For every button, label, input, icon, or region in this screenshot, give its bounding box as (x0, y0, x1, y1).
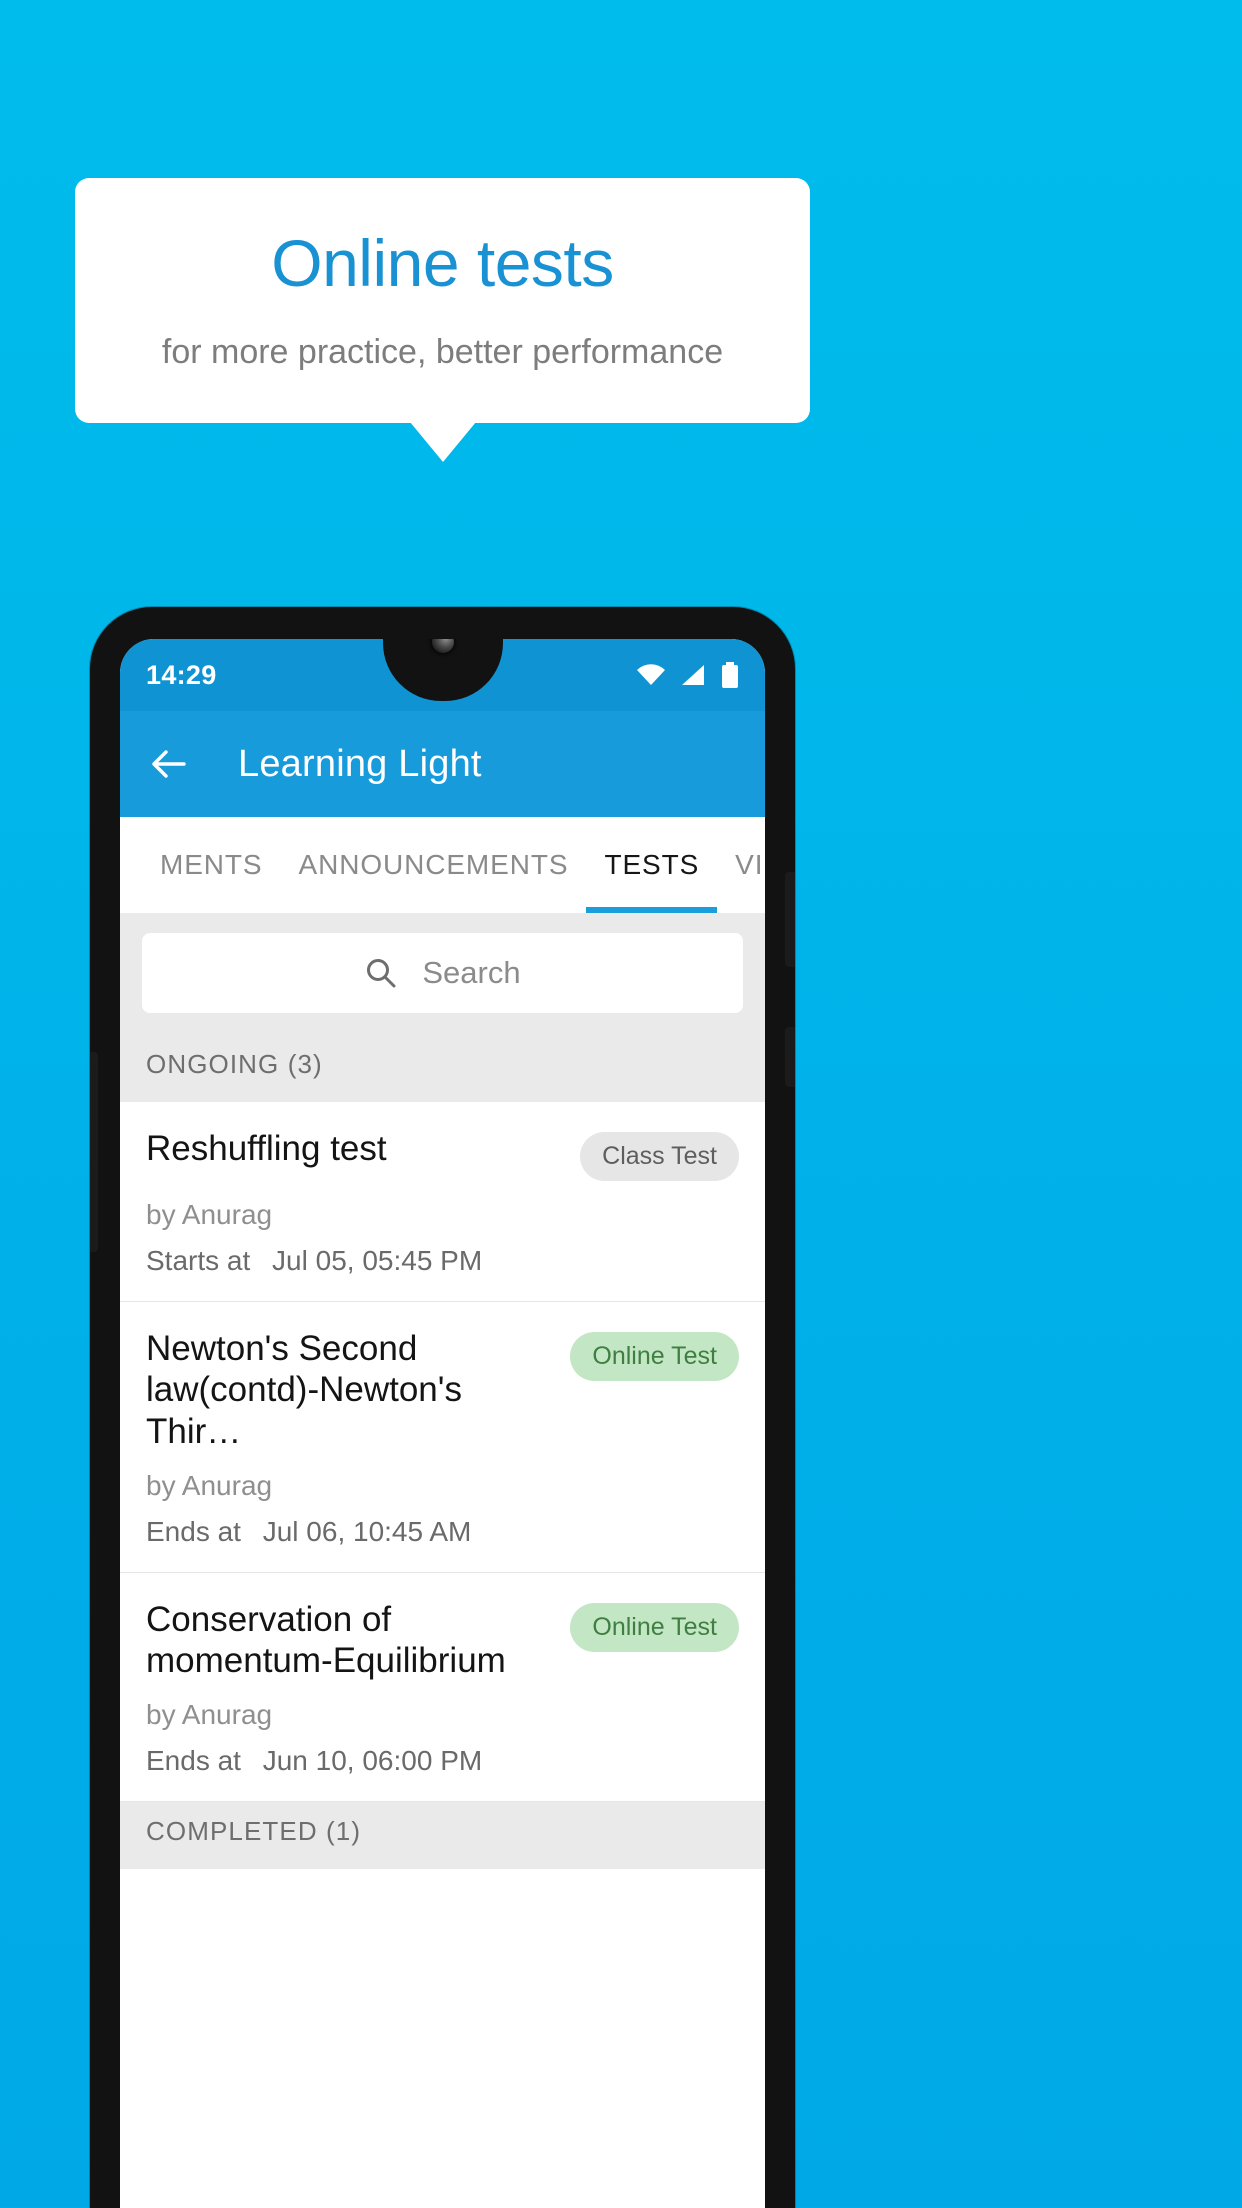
search-input[interactable]: Search (142, 933, 743, 1013)
tab-videos[interactable]: VIDEOS (717, 817, 765, 913)
promo-title: Online tests (271, 226, 614, 301)
table-row[interactable]: Conservation of momentum-Equilibrium Onl… (120, 1572, 765, 1803)
test-title: Reshuffling test (146, 1129, 387, 1168)
section-header-ongoing: ONGOING (3) (120, 1035, 765, 1102)
row-top: Conservation of momentum-Equilibrium Onl… (146, 1599, 739, 1682)
phone-frame: 14:29 Learning Light MENTS ANNOUNCEMENTS… (90, 607, 795, 2208)
app-bar: Learning Light (120, 711, 765, 817)
search-zone: Search (120, 913, 765, 1035)
tab-announcements[interactable]: ANNOUNCEMENTS (281, 817, 587, 913)
promo-bubble-tail (410, 422, 476, 462)
tab-active-indicator (586, 907, 718, 913)
power-button[interactable] (785, 1027, 795, 1087)
row-top: Newton's Second law(contd)-Newton's Thir… (146, 1328, 739, 1452)
test-author: by Anurag (146, 1699, 273, 1731)
section-header-completed: COMPLETED (1) (120, 1802, 765, 1870)
test-time-label: Starts at (146, 1245, 251, 1276)
status-badge: Online Test (570, 1602, 739, 1652)
phone-screen: 14:29 Learning Light MENTS ANNOUNCEMENTS… (120, 639, 765, 2208)
status-icons (635, 662, 739, 688)
promo-card: Online tests for more practice, better p… (75, 178, 810, 423)
test-time-value: Jun 10, 06:00 PM (262, 1745, 483, 1777)
test-time-label: Ends at (146, 1745, 241, 1777)
search-icon (364, 956, 398, 990)
left-side-button[interactable] (90, 1052, 98, 1252)
test-time-label: Ends at (146, 1515, 241, 1547)
search-placeholder: Search (422, 955, 521, 990)
table-row[interactable]: Newton's Second law(contd)-Newton's Thir… (120, 1302, 765, 1573)
test-time: Starts at Jul 05, 05:45 PM (146, 1245, 739, 1277)
status-time: 14:29 (146, 659, 217, 690)
test-time-value: Jul 05, 05:45 PM (272, 1245, 483, 1276)
tab-bar: MENTS ANNOUNCEMENTS TESTS VIDEOS (120, 817, 765, 913)
test-author: by Anurag (146, 1469, 273, 1501)
app-bar-title: Learning Light (238, 742, 482, 785)
back-arrow-icon[interactable] (146, 742, 190, 786)
status-bar: 14:29 (120, 639, 765, 711)
promo-subtitle: for more practice, better performance (161, 332, 724, 371)
test-time: Ends at Jul 06, 10:45 AM (146, 1516, 739, 1548)
test-title: Conservation of momentum-Equilibrium (146, 1599, 506, 1681)
table-row[interactable]: Reshuffling test Class Test by Anurag St… (120, 1102, 765, 1302)
signal-icon (680, 663, 708, 687)
row-top: Reshuffling test Class Test (146, 1128, 739, 1181)
tab-tests[interactable]: TESTS (586, 817, 717, 913)
test-time: Ends at Jun 10, 06:00 PM (146, 1745, 739, 1777)
test-time-value: Jul 06, 10:45 AM (262, 1515, 472, 1547)
status-badge: Class Test (580, 1132, 739, 1181)
battery-icon (721, 662, 739, 688)
status-badge: Online Test (570, 1332, 739, 1381)
volume-button[interactable] (785, 872, 795, 967)
tab-assignments[interactable]: MENTS (142, 817, 281, 913)
wifi-icon (635, 663, 667, 687)
test-author: by Anurag (146, 1199, 273, 1230)
test-title: Newton's Second law(contd)-Newton's Thir… (146, 1329, 462, 1451)
